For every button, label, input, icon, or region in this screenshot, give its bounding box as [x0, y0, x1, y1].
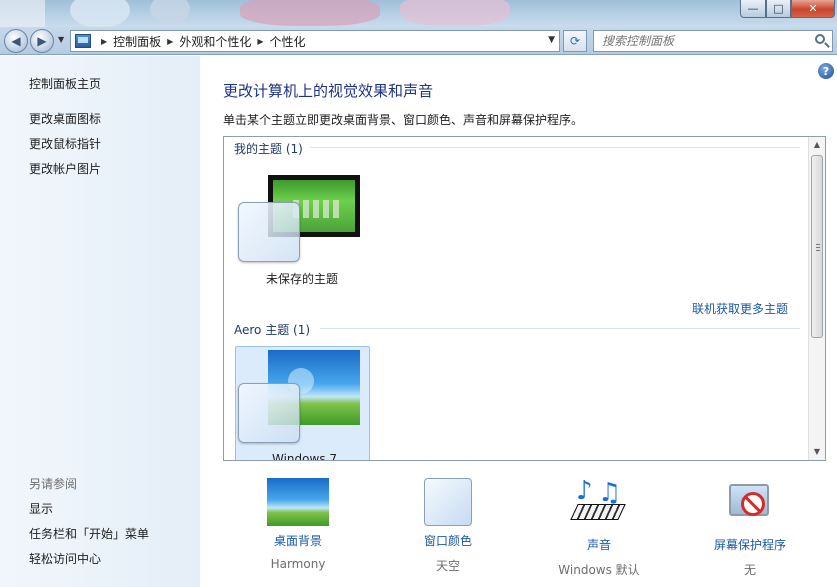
- screen-saver-icon[interactable]: [719, 478, 781, 530]
- sounds-setting[interactable]: ♪ ♫ 声音 Windows 默认: [539, 478, 659, 578]
- setting-value: Harmony: [270, 557, 326, 571]
- keyboard-icon: [570, 504, 626, 520]
- see-also-heading: 另请参阅: [29, 477, 78, 491]
- navigation-bar: ◀ ▶ ▼ ▶ 控制面板 ▶ 外观和个性化 ▶ 个性化 ▼ ⟳: [0, 27, 837, 55]
- control-panel-icon: [75, 34, 91, 48]
- address-dropdown-icon[interactable]: ▼: [548, 35, 555, 45]
- glass-color-swatch: [238, 383, 300, 443]
- sidebar-link-display[interactable]: 显示: [29, 500, 53, 517]
- chevron-right-icon[interactable]: ▶: [167, 37, 173, 46]
- screen-saver-setting[interactable]: 屏幕保护程序 无: [690, 478, 810, 578]
- setting-value: 无: [743, 563, 756, 577]
- background-blur: [240, 0, 380, 26]
- page-title: 更改计算机上的视觉效果和声音: [223, 82, 434, 100]
- get-more-themes-link[interactable]: 联机获取更多主题: [692, 300, 788, 317]
- recent-pages-dropdown[interactable]: ▼: [58, 35, 68, 47]
- sidebar-link-mouse-pointers[interactable]: 更改鼠标指针: [29, 135, 101, 152]
- group-title-aero-themes: Aero 主题 (1): [234, 323, 311, 337]
- scrollbar[interactable]: ▲ ▼: [808, 137, 825, 460]
- background-blur: [400, 0, 510, 26]
- scroll-thumb[interactable]: [811, 155, 823, 338]
- desktop-background-setting[interactable]: 桌面背景 Harmony: [238, 478, 358, 571]
- back-button[interactable]: ◀: [4, 29, 28, 53]
- sidebar-link-desktop-icons[interactable]: 更改桌面图标: [29, 110, 101, 127]
- breadcrumb-personalization[interactable]: 个性化: [270, 33, 306, 50]
- refresh-button[interactable]: ⟳: [563, 30, 587, 52]
- setting-value: 天空: [435, 559, 460, 573]
- forward-button[interactable]: ▶: [30, 29, 54, 53]
- minimize-button[interactable]: —: [740, 0, 766, 18]
- background-blur: [70, 0, 130, 27]
- chevron-right-icon[interactable]: ▶: [257, 37, 263, 46]
- breadcrumb-control-panel[interactable]: 控制面板: [113, 33, 161, 50]
- chevron-right-icon[interactable]: ▶: [101, 37, 107, 46]
- group-divider: [320, 328, 800, 329]
- close-button[interactable]: ✕: [791, 0, 835, 18]
- setting-label[interactable]: 屏幕保护程序: [690, 536, 810, 553]
- scroll-down-icon[interactable]: ▼: [809, 444, 825, 460]
- maximize-button[interactable]: □: [766, 0, 791, 18]
- setting-value: Windows 默认: [558, 563, 640, 577]
- music-note-icon: ♪: [576, 476, 593, 506]
- glass-color-swatch: [238, 202, 300, 262]
- address-bar[interactable]: ▶ 控制面板 ▶ 外观和个性化 ▶ 个性化 ▼: [70, 30, 560, 52]
- search-icon[interactable]: [815, 34, 825, 44]
- group-title-my-themes: 我的主题 (1): [234, 142, 303, 156]
- background-blur: [150, 0, 190, 24]
- background-blur: [0, 0, 45, 27]
- help-icon[interactable]: ?: [818, 63, 834, 79]
- window-color-setting[interactable]: 窗口颜色 天空: [388, 478, 508, 574]
- sidebar-link-taskbar[interactable]: 任务栏和「开始」菜单: [29, 525, 149, 542]
- setting-label[interactable]: 窗口颜色: [388, 532, 508, 549]
- sidebar-link-control-panel-home[interactable]: 控制面板主页: [29, 75, 101, 92]
- setting-label[interactable]: 声音: [539, 536, 659, 553]
- sidebar: 控制面板主页 更改桌面图标 更改鼠标指针 更改帐户图片 另请参阅 显示 任务栏和…: [0, 56, 200, 587]
- search-box[interactable]: [593, 30, 833, 52]
- title-bar: — □ ✕: [0, 0, 837, 27]
- scroll-up-icon[interactable]: ▲: [809, 137, 825, 153]
- window-color-icon[interactable]: [424, 478, 472, 526]
- theme-name[interactable]: 未保存的主题: [266, 270, 338, 287]
- grip-icon: [816, 244, 820, 252]
- music-note-icon: ♫: [598, 478, 622, 508]
- page-description: 单击某个主题立即更改桌面背景、窗口颜色、声音和屏幕保护程序。: [223, 113, 584, 127]
- window-controls: — □ ✕: [740, 0, 835, 18]
- breadcrumb-appearance[interactable]: 外观和个性化: [179, 33, 251, 50]
- theme-name[interactable]: Windows 7: [272, 452, 337, 460]
- theme-list: 我的主题 (1) 未保存的主题 联机获取更多主题 Aero 主题 (1) Win…: [223, 136, 826, 461]
- sidebar-link-account-picture[interactable]: 更改帐户图片: [29, 160, 101, 177]
- search-input[interactable]: [594, 31, 804, 51]
- setting-label[interactable]: 桌面背景: [238, 532, 358, 549]
- desktop-background-icon[interactable]: [267, 478, 329, 526]
- group-divider: [310, 147, 800, 148]
- sidebar-link-ease-of-access[interactable]: 轻松访问中心: [29, 550, 101, 567]
- prohibited-icon: [741, 492, 765, 516]
- sounds-icon[interactable]: ♪ ♫: [568, 478, 630, 530]
